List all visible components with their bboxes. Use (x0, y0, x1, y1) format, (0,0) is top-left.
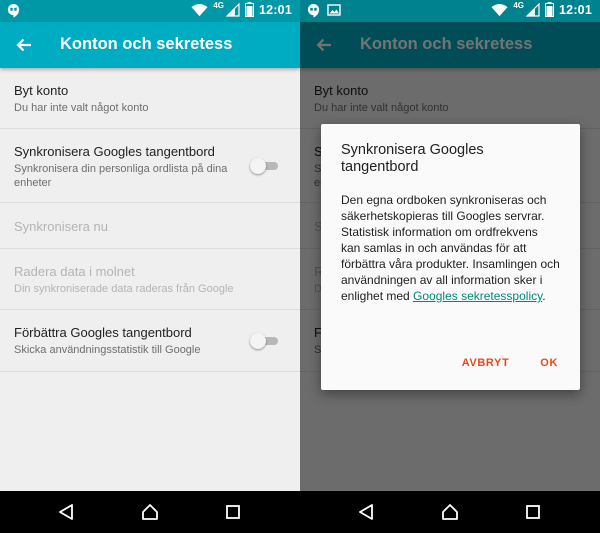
navigation-bar (300, 491, 600, 533)
status-bar: 4G 12:01 (0, 0, 300, 22)
setting-title: Byt konto (14, 83, 69, 98)
setting-title: Synkronisera nu (14, 219, 108, 234)
nav-back-icon[interactable] (57, 502, 77, 522)
improve-keyboard-toggle[interactable] (250, 332, 278, 349)
hangouts-icon (307, 3, 320, 18)
setting-title: Radera data i molnet (14, 264, 135, 279)
setting-title: Förbättra Googles tangentbord (14, 325, 192, 340)
dialog-message-end: . (542, 289, 546, 303)
dialog-title: Synkronisera Googles tangentbord (341, 142, 484, 175)
dialog-message: Den egna ordboken synkroniseras och säke… (341, 192, 560, 304)
status-time: 12:01 (559, 2, 592, 17)
setting-delete-cloud-data: Radera data i molnet Din synkroniserade … (0, 249, 300, 310)
cell-signal-icon (526, 2, 540, 17)
ok-button[interactable]: OK (540, 357, 558, 369)
setting-sync-keyboard[interactable]: Synkronisera Googles tangentbord Synkron… (0, 129, 300, 203)
status-system: 4G 12:01 (191, 1, 292, 17)
page-title: Konton och sekretess (60, 35, 233, 53)
network-type: 4G (513, 1, 525, 10)
setting-summary: Skicka användningsstatistik till Google (14, 344, 201, 356)
status-time: 12:01 (259, 2, 292, 17)
status-system: 4G 12:01 (491, 1, 592, 17)
setting-title: Synkronisera Googles tangentbord (14, 144, 215, 159)
setting-summary: Din synkroniserade data raderas från Goo… (14, 283, 234, 295)
battery-icon (545, 2, 555, 17)
status-notifications (6, 3, 21, 18)
back-arrow-icon[interactable] (14, 35, 34, 55)
phone-left: 4G 12:01 Konton och sekretess Byt konto … (0, 0, 300, 533)
sync-keyboard-toggle[interactable] (250, 157, 278, 174)
cancel-button[interactable]: AVBRYT (462, 357, 510, 369)
dialog-message-text: Den egna ordboken synkroniseras och säke… (341, 193, 560, 303)
status-bar: 4G 12:01 (300, 0, 600, 22)
navigation-bar (0, 491, 300, 533)
sync-confirm-dialog: Synkronisera Googles tangentbord Den egn… (321, 124, 580, 390)
setting-summary: Du har inte valt något konto (14, 102, 149, 114)
app-bar: Konton och sekretess (0, 22, 300, 68)
image-notification-icon (327, 4, 341, 16)
privacy-policy-link[interactable]: Googles sekretesspolicy (413, 289, 542, 303)
cell-signal-icon (226, 2, 240, 17)
network-type: 4G (213, 1, 225, 10)
phone-right: 4G 12:01 Konton och sekretess Byt konto … (300, 0, 600, 533)
settings-list: Byt konto Du har inte valt något konto S… (0, 68, 300, 372)
nav-home-icon[interactable] (140, 502, 160, 522)
nav-back-icon[interactable] (357, 502, 377, 522)
battery-icon (245, 2, 255, 17)
setting-sync-now: Synkronisera nu (0, 203, 300, 249)
nav-recents-icon[interactable] (223, 502, 243, 522)
nav-recents-icon[interactable] (523, 502, 543, 522)
hangouts-icon (7, 3, 20, 18)
setting-summary: Synkronisera din personliga ordlista på … (14, 163, 228, 189)
nav-home-icon[interactable] (440, 502, 460, 522)
setting-improve-keyboard[interactable]: Förbättra Googles tangentbord Skicka anv… (0, 310, 300, 372)
wifi-icon (191, 3, 208, 16)
setting-switch-account[interactable]: Byt konto Du har inte valt något konto (0, 68, 300, 129)
dialog-actions: AVBRYT OK (462, 357, 558, 369)
wifi-icon (491, 3, 508, 16)
status-notifications (306, 3, 341, 18)
